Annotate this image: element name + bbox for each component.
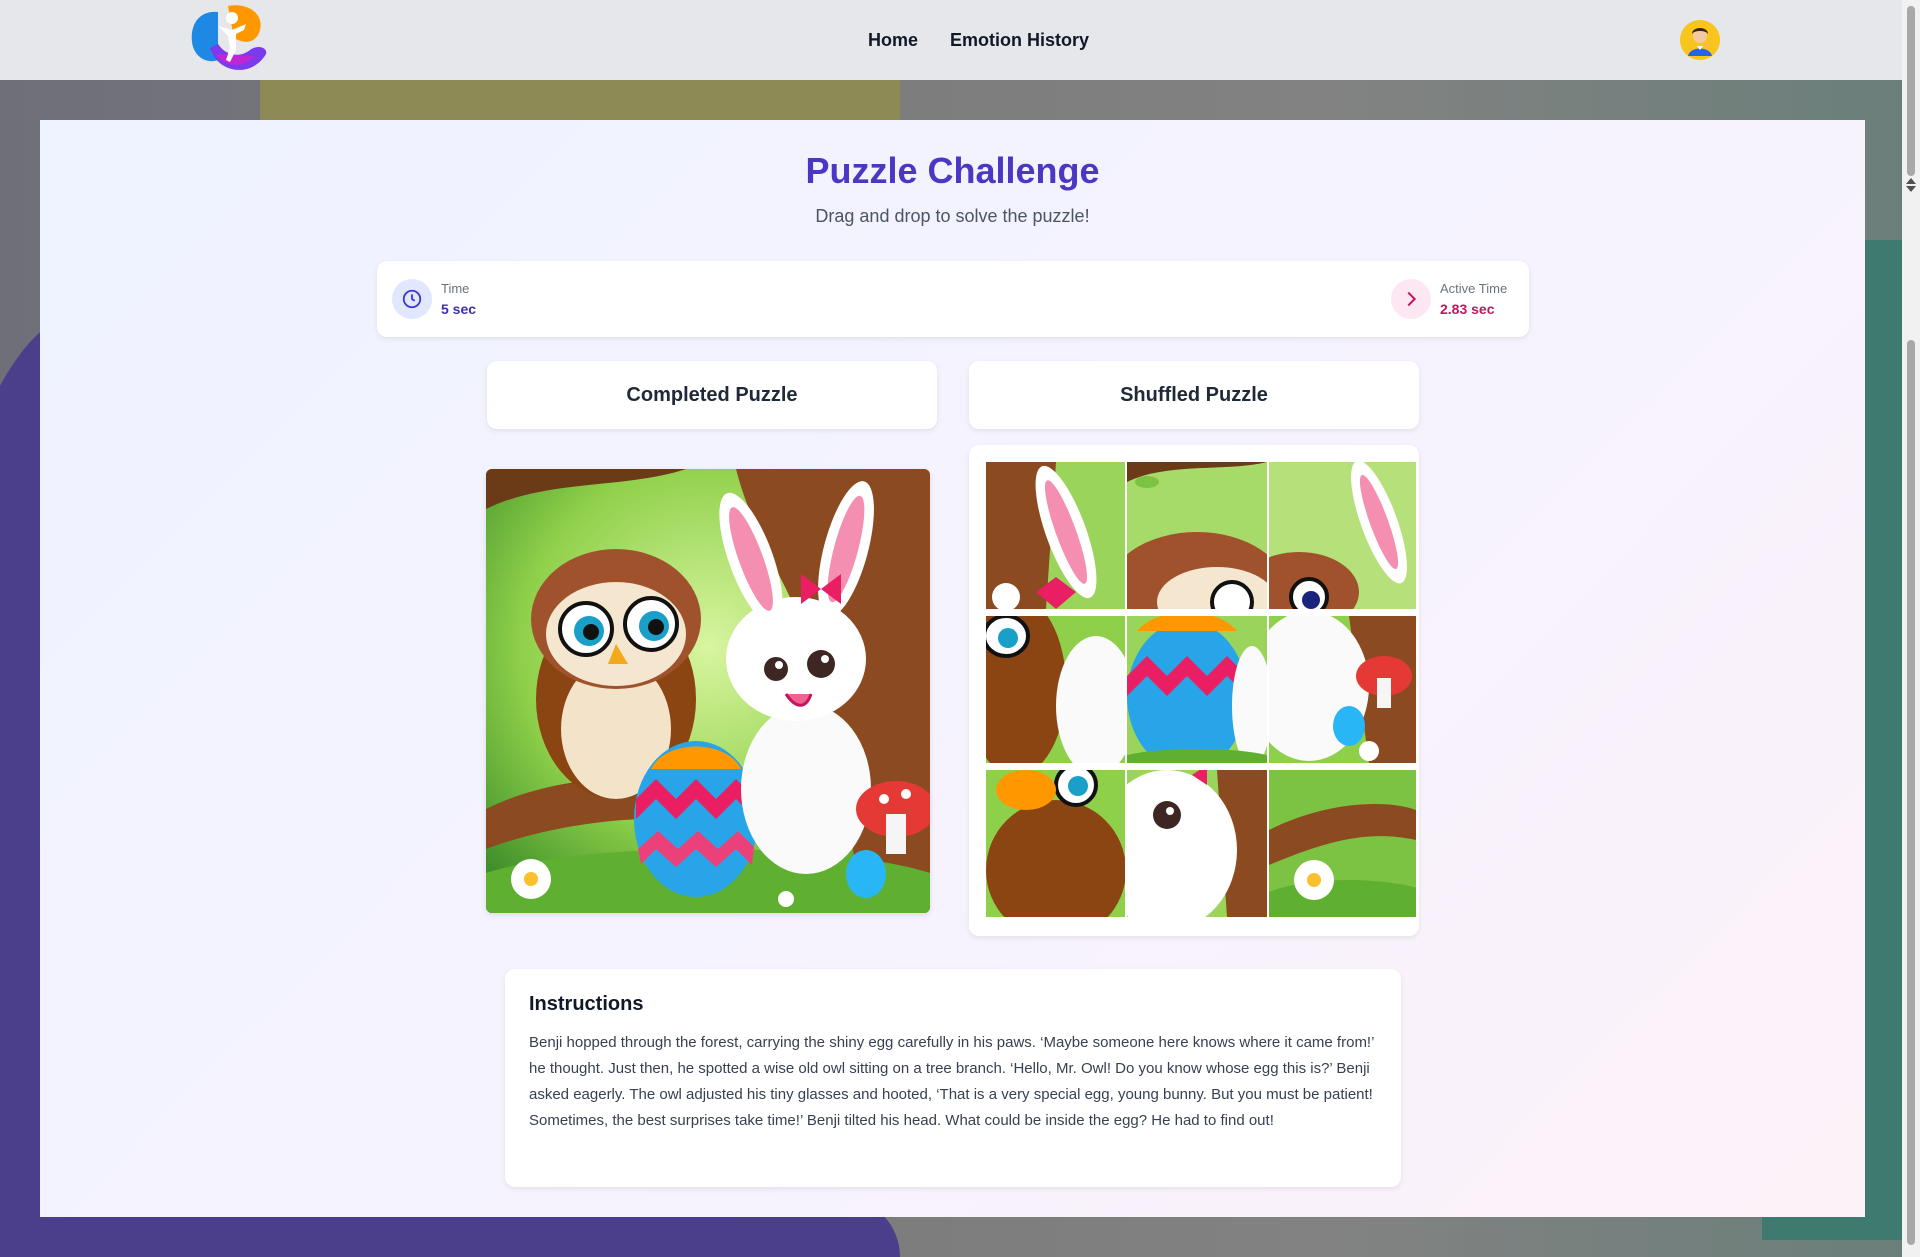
main-nav: Home Emotion History bbox=[868, 30, 1089, 51]
user-avatar-icon[interactable] bbox=[1680, 20, 1720, 60]
puzzle-tile[interactable] bbox=[1127, 462, 1267, 609]
puzzle-tile[interactable] bbox=[1269, 462, 1416, 609]
completed-puzzle-image bbox=[486, 469, 930, 913]
page-subtitle: Drag and drop to solve the puzzle! bbox=[815, 206, 1090, 226]
instructions-title: Instructions bbox=[529, 993, 644, 1015]
puzzle-tile[interactable] bbox=[986, 462, 1125, 609]
puzzle-panel: Puzzle Challenge Drag and drop to solve … bbox=[40, 120, 1865, 1217]
shuffled-puzzle-board bbox=[969, 445, 1419, 936]
puzzle-tile[interactable] bbox=[986, 616, 1125, 763]
kid-logo-icon[interactable] bbox=[188, 4, 268, 76]
time-value: 5 sec bbox=[441, 301, 477, 317]
timer-bar: Time 5 sec Active Time 2.83 sec bbox=[377, 261, 1529, 337]
top-navbar: Home Emotion History bbox=[0, 0, 1902, 80]
page-scrollbar[interactable] bbox=[1902, 0, 1920, 1257]
puzzle-tile[interactable] bbox=[1127, 616, 1267, 763]
nav-emotion-history-link[interactable]: Emotion History bbox=[950, 30, 1089, 51]
instructions-card: Instructions Benji hopped through the fo… bbox=[505, 969, 1401, 1187]
chevron-right-icon bbox=[1391, 279, 1431, 319]
puzzle-grid bbox=[986, 462, 1416, 919]
completed-puzzle-heading: Completed Puzzle bbox=[487, 361, 937, 429]
active-time-label: Active Time bbox=[1440, 281, 1508, 296]
time-label: Time bbox=[441, 281, 470, 296]
puzzle-tile[interactable] bbox=[1127, 770, 1267, 917]
active-time-value: 2.83 sec bbox=[1440, 301, 1495, 317]
puzzle-tile[interactable] bbox=[1269, 770, 1416, 917]
nav-home-link[interactable]: Home bbox=[868, 30, 918, 51]
page-title: Puzzle Challenge bbox=[805, 150, 1100, 191]
instructions-text: Benji hopped through the forest, carryin… bbox=[529, 1034, 1374, 1129]
puzzle-tile[interactable] bbox=[1269, 616, 1416, 763]
shuffled-puzzle-heading: Shuffled Puzzle bbox=[969, 361, 1419, 429]
puzzle-tile[interactable] bbox=[986, 770, 1125, 917]
scrollbar-thumb[interactable] bbox=[1907, 340, 1915, 1245]
clock-icon bbox=[392, 279, 432, 319]
